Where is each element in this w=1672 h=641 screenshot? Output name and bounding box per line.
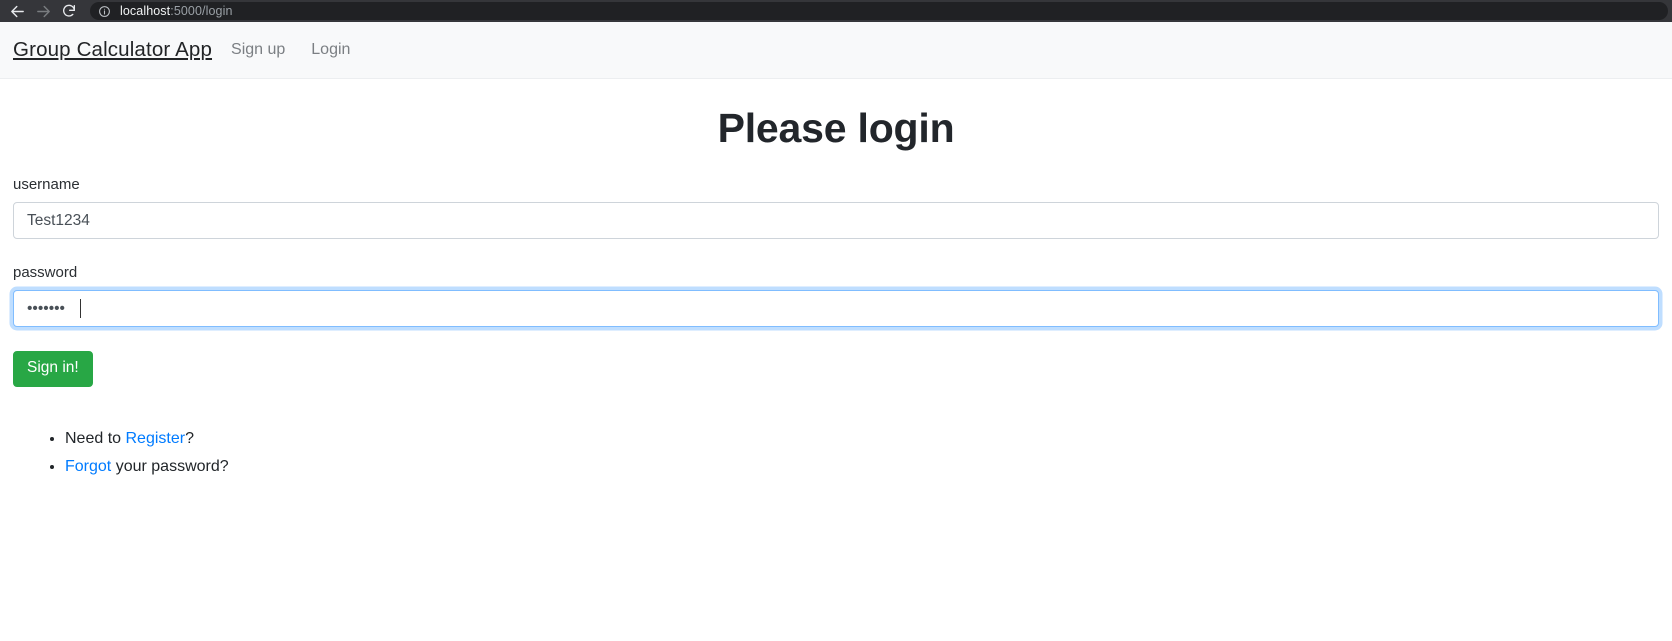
url-host: localhost — [120, 3, 171, 18]
help-links-list: Need to Register? Forgot your password? — [13, 427, 1659, 478]
arrow-left-icon — [9, 3, 26, 20]
nav-link-login[interactable]: Login — [311, 41, 350, 59]
forgot-suffix-text: your password? — [111, 457, 229, 475]
register-prefix-text: Need to — [65, 429, 126, 447]
arrow-right-icon — [35, 3, 52, 20]
username-label: username — [13, 176, 80, 194]
main-content: Please login username password Sign in! … — [0, 105, 1672, 478]
reload-button[interactable] — [56, 1, 82, 21]
back-button[interactable] — [4, 1, 30, 21]
username-form-group: username — [13, 176, 1659, 240]
register-link[interactable]: Register — [125, 430, 185, 447]
list-item: Forgot your password? — [65, 455, 1659, 478]
nav-link-sign-up[interactable]: Sign up — [231, 41, 285, 59]
username-input[interactable] — [13, 202, 1659, 240]
register-suffix-text: ? — [185, 429, 194, 447]
url-path: :5000/login — [170, 3, 233, 18]
page-title: Please login — [717, 105, 955, 151]
password-label: password — [13, 264, 78, 282]
text-cursor — [80, 299, 82, 319]
navbar-brand[interactable]: Group Calculator App — [13, 38, 212, 62]
sign-in-button[interactable]: Sign in! — [13, 351, 93, 387]
password-input-wrapper — [13, 290, 1659, 328]
reload-icon — [61, 3, 77, 19]
info-circle-icon[interactable] — [98, 5, 111, 18]
app-navbar: Group Calculator App Sign up Login — [0, 22, 1672, 79]
list-item: Need to Register? — [65, 427, 1659, 450]
forgot-password-link[interactable]: Forgot — [65, 458, 111, 475]
password-form-group: password — [13, 264, 1659, 328]
address-bar[interactable]: localhost:5000/login — [90, 2, 1668, 20]
forward-button[interactable] — [30, 1, 56, 21]
password-input[interactable] — [13, 290, 1659, 328]
navbar-links: Sign up Login — [231, 41, 376, 59]
browser-toolbar: localhost:5000/login — [0, 0, 1672, 22]
login-form: username password Sign in! — [13, 176, 1659, 387]
